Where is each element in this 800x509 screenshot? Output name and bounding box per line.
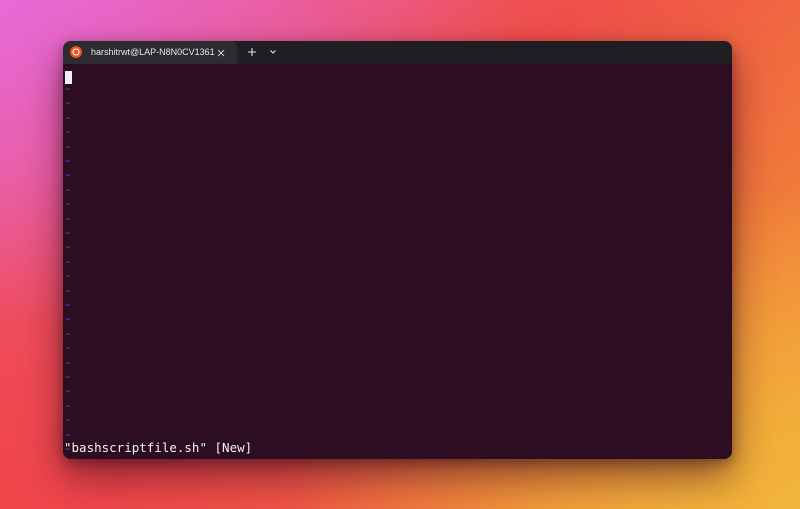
- empty-line-tilde: ~: [65, 157, 71, 167]
- new-tab-button[interactable]: [245, 45, 259, 59]
- empty-line-tilde: ~: [65, 200, 71, 211]
- empty-line-tilde: ~: [65, 142, 71, 153]
- title-bar: harshitrwt@LAP-N8N0CV1361: [63, 41, 732, 64]
- terminal-content[interactable]: "bashscriptfile.sh" [New] ~ ~ ~ ~ ~ ~ ~ ~ ~ ~ ~ ~ ~ ~…: [63, 64, 732, 459]
- plus-icon: [248, 48, 256, 56]
- empty-line-tilde: ~: [65, 272, 71, 283]
- terminal-tab[interactable]: harshitrwt@LAP-N8N0CV1361: [63, 41, 237, 64]
- close-icon[interactable]: [215, 46, 227, 58]
- empty-line-tilde: ~: [65, 445, 71, 455]
- empty-line-tilde: ~: [65, 315, 71, 326]
- ubuntu-logo-icon: [70, 46, 82, 58]
- empty-line-tilde: ~: [65, 401, 71, 412]
- chevron-down-icon: [270, 50, 276, 54]
- empty-line-tilde: ~: [65, 257, 71, 268]
- empty-line-tilde: ~: [65, 243, 71, 254]
- empty-line-tilde: ~: [65, 301, 71, 311]
- empty-line-tilde: ~: [65, 387, 71, 398]
- empty-line-tilde: ~: [65, 113, 71, 124]
- text-cursor: [65, 71, 72, 84]
- empty-line-tilde: ~: [65, 85, 71, 95]
- empty-line-tilde: ~: [65, 416, 71, 427]
- empty-line-tilde: ~: [65, 430, 71, 441]
- tab-title: harshitrwt@LAP-N8N0CV1361: [91, 47, 215, 57]
- empty-line-tilde: ~: [65, 373, 71, 383]
- empty-line-tilde: ~: [65, 185, 71, 196]
- empty-line-tilde: ~: [65, 229, 71, 239]
- empty-line-tilde: ~: [65, 128, 71, 139]
- terminal-window: harshitrwt@LAP-N8N0CV1361 "bashscriptfil…: [63, 41, 732, 459]
- empty-line-tilde: ~: [65, 358, 71, 369]
- empty-line-tilde: ~: [65, 344, 71, 355]
- vim-status-message: "bashscriptfile.sh" [New]: [64, 440, 253, 455]
- empty-line-tilde: ~: [65, 214, 71, 225]
- empty-line-tilde: ~: [65, 329, 71, 340]
- empty-line-tilde: ~: [65, 286, 71, 297]
- tab-dropdown-button[interactable]: [266, 45, 280, 59]
- empty-line-tilde: ~: [65, 171, 71, 182]
- empty-line-tilde: ~: [65, 99, 71, 110]
